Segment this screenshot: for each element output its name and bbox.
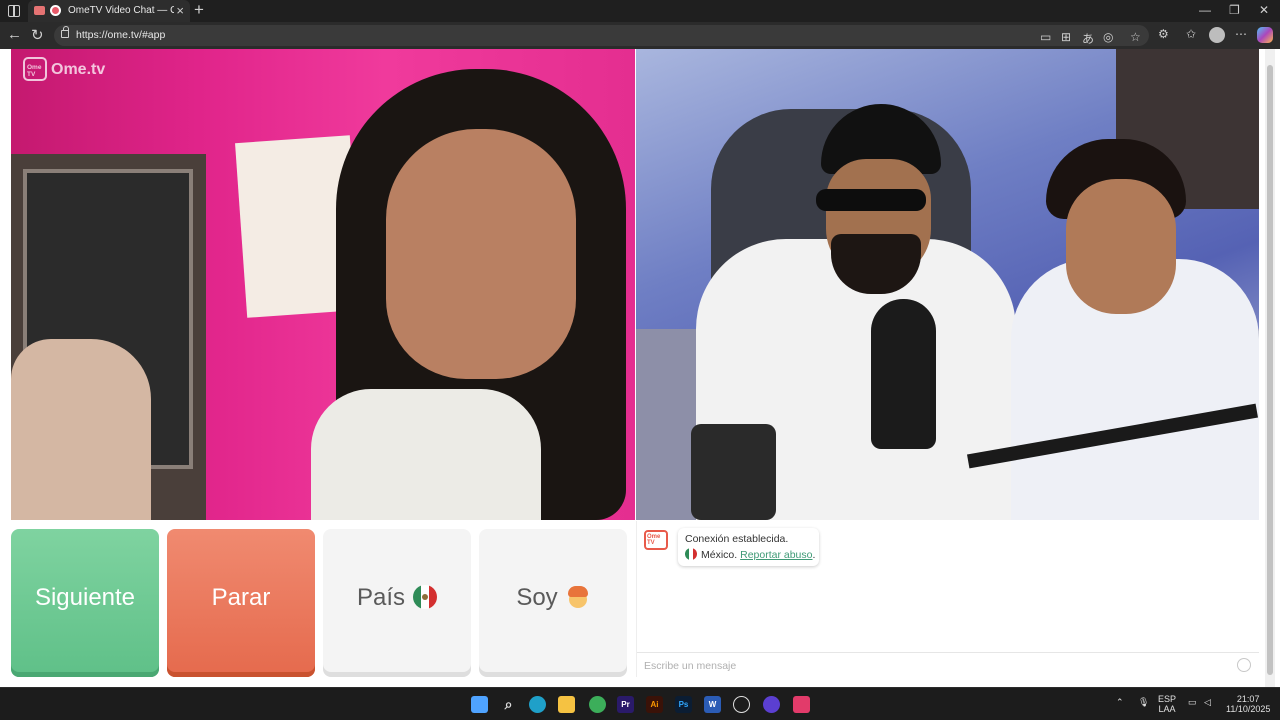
logo-wordmark: Ome.tv bbox=[51, 61, 106, 78]
mexico-flag-icon bbox=[685, 548, 697, 560]
extensions-icon[interactable]: ⚙ bbox=[1158, 27, 1169, 41]
window-close-icon[interactable]: ✕ bbox=[1259, 3, 1269, 17]
stop-button[interactable]: Parar bbox=[167, 529, 315, 677]
partner-country: México. bbox=[701, 549, 738, 561]
url-text: https://ome.tv/#app bbox=[76, 29, 166, 41]
microphone-icon[interactable]: 🎙 bbox=[1138, 697, 1149, 707]
ometv-app: Ome TV Ome.tv Siguiente Parar País Soy O… bbox=[0, 49, 1280, 687]
lock-icon[interactable] bbox=[61, 26, 69, 38]
word-icon[interactable]: W bbox=[704, 696, 721, 713]
country-button-label: País bbox=[356, 584, 406, 611]
tab-audio-icon bbox=[34, 6, 45, 15]
translate-icon[interactable]: あ bbox=[1082, 30, 1094, 47]
scrollbar-thumb[interactable] bbox=[1267, 65, 1273, 675]
partner-country-line: México. Reportar abuso. bbox=[685, 548, 815, 561]
profile-icon[interactable] bbox=[1209, 27, 1225, 43]
network-icon[interactable]: ▭ bbox=[1188, 697, 1197, 707]
restore-icon[interactable]: ❐ bbox=[1229, 3, 1240, 17]
chrome-icon[interactable] bbox=[589, 696, 606, 713]
country-button[interactable]: País bbox=[323, 529, 471, 677]
ometv-favicon-icon bbox=[50, 5, 61, 16]
menu-icon[interactable]: ⋯ bbox=[1235, 27, 1247, 41]
message-input[interactable]: Escribe un mensaje bbox=[644, 660, 736, 672]
volume-icon[interactable]: ◁ bbox=[1204, 697, 1211, 707]
photoshop-icon[interactable]: Ps bbox=[675, 696, 692, 713]
premiere-icon[interactable]: Pr bbox=[617, 696, 634, 713]
gender-button-label: Soy bbox=[516, 584, 558, 611]
back-icon[interactable]: ← bbox=[7, 26, 22, 43]
stop-button-label: Parar bbox=[211, 584, 271, 611]
obs-icon[interactable] bbox=[733, 696, 750, 713]
ometv-avatar-icon: Ome TV bbox=[644, 530, 668, 550]
tab-actions-icon[interactable] bbox=[8, 5, 20, 17]
logo-badge-icon: Ome TV bbox=[23, 57, 47, 81]
url-field[interactable]: https://ome.tv/#app ▭ ⊞ あ ◎ ☆ bbox=[54, 25, 1149, 46]
browser-tab-strip: OmeTV Video Chat — Ome × + — ❐ ✕ bbox=[0, 0, 1280, 22]
message-input-bar[interactable]: Escribe un mensaje bbox=[637, 652, 1259, 677]
tab-close-icon[interactable]: × bbox=[176, 3, 184, 18]
page-scrollbar[interactable] bbox=[1265, 49, 1275, 687]
refresh-icon[interactable]: ↻ bbox=[31, 26, 44, 44]
copilot-icon[interactable] bbox=[1257, 27, 1273, 43]
boy-emoji-icon bbox=[566, 585, 590, 609]
search-icon[interactable]: ⌕ bbox=[500, 696, 517, 713]
minimize-icon[interactable]: — bbox=[1199, 3, 1211, 17]
country-button-content: País bbox=[323, 584, 471, 612]
system-message: Conexión establecida. México. Reportar a… bbox=[678, 528, 819, 566]
new-tab-icon[interactable]: + bbox=[194, 0, 204, 20]
illustrator-icon[interactable]: Ai bbox=[646, 696, 663, 713]
smiley-icon[interactable] bbox=[1237, 658, 1251, 672]
remote-video bbox=[636, 49, 1259, 520]
local-video: Ome TV Ome.tv bbox=[11, 49, 635, 520]
browser-tab[interactable]: OmeTV Video Chat — Ome × bbox=[28, 0, 190, 22]
next-button[interactable]: Siguiente bbox=[11, 529, 159, 677]
clock[interactable]: 21:07 11/10/2025 bbox=[1226, 694, 1270, 714]
capcut-icon[interactable] bbox=[793, 696, 810, 713]
language-indicator[interactable]: ESP LAA bbox=[1158, 694, 1176, 714]
tray-overflow-icon[interactable]: ⌃ bbox=[1116, 697, 1124, 707]
ometv-logo: Ome TV Ome.tv bbox=[23, 57, 115, 83]
gender-button-content: Soy bbox=[479, 584, 627, 612]
tab-title: OmeTV Video Chat — Ome bbox=[68, 5, 174, 16]
mexico-flag-icon bbox=[413, 585, 438, 609]
address-toolbar: ← ↻ https://ome.tv/#app ▭ ⊞ あ ◎ ☆ ⚙ ✩ ⋯ bbox=[0, 22, 1280, 49]
gender-button[interactable]: Soy bbox=[479, 529, 627, 677]
apps-icon[interactable]: ⊞ bbox=[1061, 30, 1071, 44]
favorites-icon[interactable]: ✩ bbox=[1186, 27, 1196, 41]
star-icon[interactable]: ☆ bbox=[1130, 30, 1141, 44]
windows-taskbar: ⌕ Pr Ai Ps W ⌃ 🎙 ESP LAA ▭ ◁ 21:07 11/10/2… bbox=[0, 687, 1280, 720]
next-button-label: Siguiente bbox=[34, 584, 136, 611]
report-abuse-link[interactable]: Reportar abuso bbox=[740, 549, 812, 561]
edge-icon[interactable] bbox=[529, 696, 546, 713]
reading-icon[interactable]: ◎ bbox=[1103, 30, 1113, 44]
chat-panel: Ome TV Conexión establecida. México. Rep… bbox=[636, 521, 1259, 677]
connection-status: Conexión establecida. bbox=[685, 533, 789, 545]
start-icon[interactable] bbox=[471, 696, 488, 713]
file-explorer-icon[interactable] bbox=[558, 696, 575, 713]
app-icon[interactable] bbox=[763, 696, 780, 713]
camera-icon[interactable]: ▭ bbox=[1040, 30, 1051, 44]
